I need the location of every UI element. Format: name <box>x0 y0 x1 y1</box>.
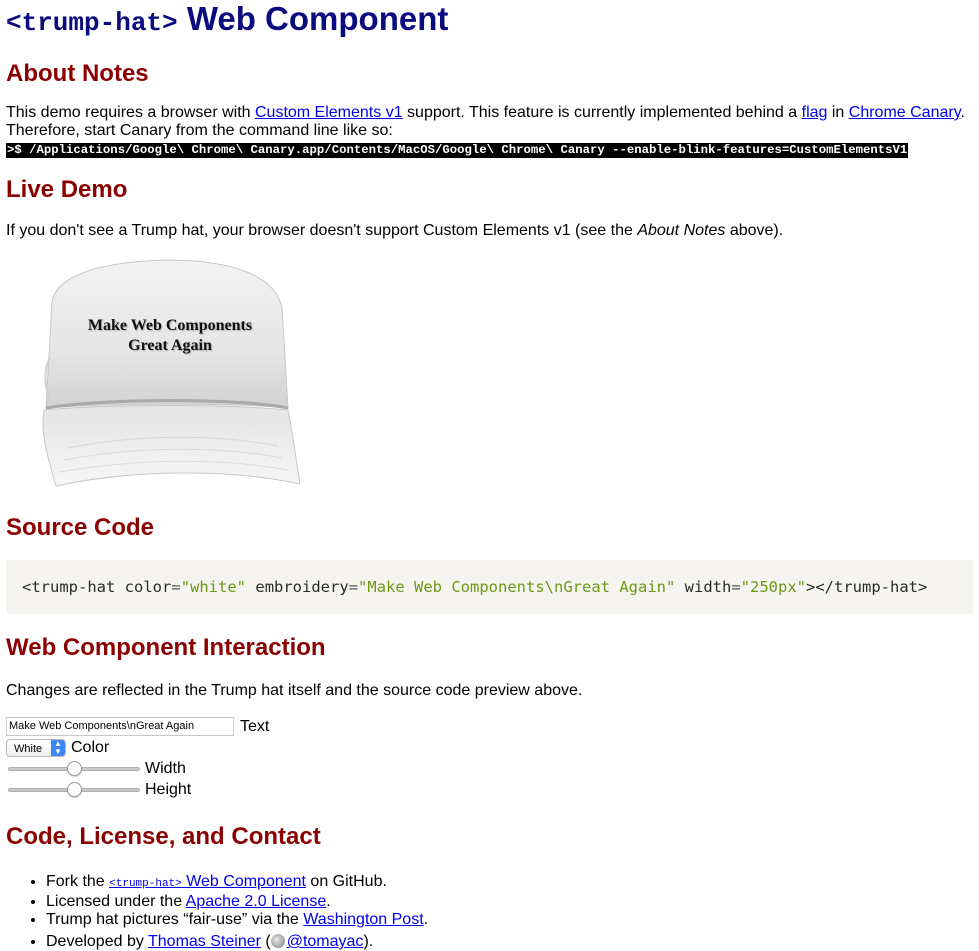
code-val-width: "250px" <box>740 578 806 596</box>
about-text-4: . <box>960 104 965 121</box>
width-slider-thumb[interactable] <box>67 760 82 776</box>
height-slider[interactable] <box>8 781 140 798</box>
live-demo-heading: Live Demo <box>6 176 128 203</box>
code-equals: = <box>171 578 181 596</box>
color-control: White ▲ ▼ Color <box>6 737 973 758</box>
about-notes-emphasis: About Notes <box>637 222 726 239</box>
about-heading: About Notes <box>6 60 149 87</box>
live-demo-paragraph: If you don't see a Trump hat, your brows… <box>6 222 973 240</box>
source-code-heading: Source Code <box>6 514 155 541</box>
list-item: Trump hat pictures “fair-use” via the Wa… <box>46 911 973 929</box>
contact-heading: Code, License, and Contact <box>6 823 321 850</box>
about-paragraph: This demo requires a browser with Custom… <box>6 104 973 158</box>
live-demo-text-2: above). <box>725 222 784 239</box>
trump-hat: Make Web Components Great Again <box>38 258 302 493</box>
twitter-avatar-icon <box>270 934 285 948</box>
tomayac-link[interactable]: @tomayac <box>287 933 364 950</box>
page-title-code: <trump-hat> <box>6 8 178 38</box>
about-text-3: in <box>827 104 849 121</box>
developer-text-mid: ( <box>260 933 271 950</box>
code-tag-open: <trump-hat <box>22 578 116 596</box>
list-item: Licensed under the Apache 2.0 License. <box>46 893 973 911</box>
fork-text-end: on GitHub. <box>305 873 387 890</box>
interaction-paragraph: Changes are reflected in the Trump hat i… <box>6 682 583 699</box>
width-control: Width <box>6 758 973 779</box>
custom-elements-link[interactable]: Custom Elements v1 <box>255 104 403 121</box>
github-link-text: Web Component <box>181 873 306 890</box>
fair-use-text-end: . <box>423 911 429 928</box>
page-title: <trump-hat> Web Component <box>6 0 973 39</box>
color-label: Color <box>71 738 110 756</box>
code-attr-embroidery: embroidery <box>255 578 349 596</box>
flag-link[interactable]: flag <box>802 104 828 121</box>
list-item: Fork the <trump-hat> Web Component on Gi… <box>46 873 973 893</box>
code-equals: = <box>731 578 741 596</box>
contact-list: Fork the <trump-hat> Web Component on Gi… <box>6 873 973 951</box>
controls: Make Web Components\nGreat Again Text Wh… <box>6 716 973 800</box>
developer-text: Developed by <box>46 933 148 950</box>
code-val-embroidery: "Make Web Components\nGreat Again" <box>358 578 676 596</box>
text-control: Make Web Components\nGreat Again Text <box>6 716 973 737</box>
about-text-1: This demo requires a browser with <box>6 104 255 121</box>
height-control: Height <box>6 779 973 800</box>
about-text-5: Therefore, start Canary from the command… <box>6 122 393 139</box>
live-demo-text-1: If you don't see a Trump hat, your brows… <box>6 222 638 239</box>
thomas-steiner-link[interactable]: Thomas Steiner <box>148 933 261 950</box>
hat-image <box>42 259 301 487</box>
color-select[interactable]: White ▲ ▼ <box>6 738 66 757</box>
text-label: Text <box>240 717 270 735</box>
page: <trump-hat> Web Component About Notes Th… <box>0 0 973 951</box>
height-label: Height <box>145 780 192 798</box>
hat-embroidery-line-2: Great Again <box>128 337 212 354</box>
github-link-code: <trump-hat> <box>109 878 182 890</box>
interaction-heading: Web Component Interaction <box>6 634 326 661</box>
select-stepper-icon: ▲ ▼ <box>51 739 65 756</box>
canary-command: >$ /Applications/Google\ Chrome\ Canary.… <box>6 143 909 158</box>
license-text-end: . <box>326 893 331 910</box>
license-text: Licensed under the <box>46 893 186 910</box>
code-attr-color: color <box>124 578 172 596</box>
washington-post-link[interactable]: Washington Post <box>303 911 423 928</box>
height-slider-thumb[interactable] <box>67 781 82 797</box>
fair-use-text: Trump hat pictures “fair-use” via the <box>46 911 304 928</box>
github-link[interactable]: <trump-hat> Web Component <box>109 873 306 890</box>
width-slider[interactable] <box>8 760 140 777</box>
about-text-2: support. This feature is currently imple… <box>402 104 802 121</box>
width-label: Width <box>145 759 186 777</box>
color-select-value: White <box>14 742 43 755</box>
code-val-color: "white" <box>180 578 247 596</box>
apache-license-link[interactable]: Apache 2.0 License <box>186 893 327 910</box>
embroidery-text-input[interactable]: Make Web Components\nGreat Again <box>6 717 234 736</box>
source-code-preview: <trump-hat color="white" embroidery="Mak… <box>6 560 973 614</box>
hat-embroidery-line-1: Make Web Components <box>87 317 253 334</box>
code-equals: = <box>348 578 359 596</box>
hat-embroidery: Make Web Components Great Again <box>38 316 302 356</box>
chrome-canary-link[interactable]: Chrome Canary <box>849 104 961 121</box>
list-item: Developed by Thomas Steiner ( @tomayac). <box>46 933 973 951</box>
code-attr-width: width <box>684 578 732 596</box>
fork-text: Fork the <box>46 873 110 890</box>
page-title-text: Web Component <box>186 0 449 37</box>
developer-text-end: ). <box>363 933 374 950</box>
code-tag-close: ></trump-hat> <box>806 578 928 596</box>
